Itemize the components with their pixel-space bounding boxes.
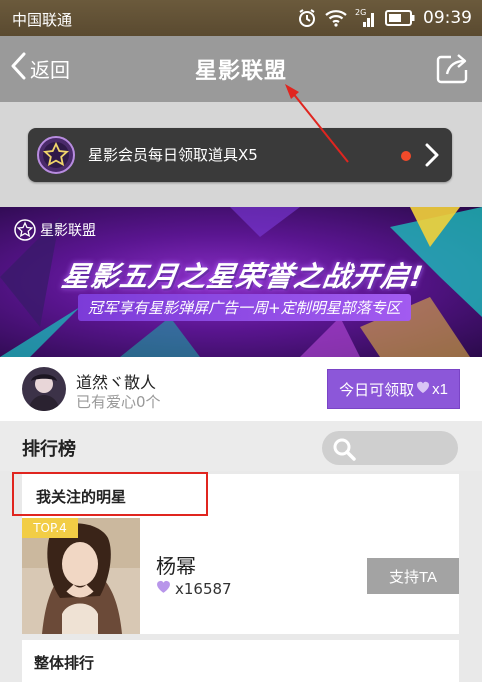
claim-label: 今日可领取 bbox=[339, 381, 415, 399]
clock: 09:39 bbox=[423, 8, 472, 28]
share-button[interactable] bbox=[436, 52, 470, 88]
star-badge-icon bbox=[36, 135, 76, 179]
overall-ranking-label: 整体排行 bbox=[34, 654, 95, 672]
share-icon bbox=[436, 54, 470, 88]
carrier-label: 中国联通 bbox=[12, 11, 73, 29]
status-bar: 中国联通 2G 09:39 bbox=[0, 0, 482, 36]
user-name: 道然ヾ散人 bbox=[76, 373, 157, 392]
event-banner[interactable]: 星影联盟 星影五月之星荣誉之战开启! 冠军享有星影弹屏广告一周+定制明星部落专区 bbox=[0, 207, 482, 357]
search-icon bbox=[332, 437, 356, 465]
heart-icon bbox=[156, 580, 171, 598]
banner-headline: 星影五月之星荣誉之战开启! bbox=[59, 260, 426, 293]
brand-logo-icon bbox=[14, 219, 36, 241]
rank-badge: TOP.4 bbox=[22, 518, 78, 538]
star-photo: TOP.4 bbox=[22, 518, 140, 634]
promo-text: 星影会员每日领取道具X5 bbox=[88, 146, 258, 164]
status-icons: 2G 09:39 bbox=[297, 6, 472, 30]
star-name: 杨幂 bbox=[156, 554, 196, 578]
banner-brand-label: 星影联盟 bbox=[40, 223, 96, 239]
heart-icon bbox=[416, 381, 430, 398]
user-row: 道然ヾ散人 已有爱心0个 今日可领取 x1 bbox=[0, 357, 482, 421]
list-item[interactable]: TOP.4 杨幂 x16587 支持TA bbox=[22, 518, 459, 634]
star-hearts: x16587 bbox=[156, 580, 232, 598]
notification-dot bbox=[401, 151, 411, 161]
battery-icon bbox=[385, 10, 415, 26]
claim-count: x1 bbox=[432, 380, 448, 398]
highlight-box bbox=[12, 472, 208, 516]
star-hearts-count: x16587 bbox=[175, 580, 232, 598]
support-button[interactable]: 支持TA bbox=[367, 558, 459, 594]
phone-screen: 中国联通 2G 09:39 返回 星影联盟 星影会员每日领取道具X5 星影联盟 … bbox=[0, 0, 482, 682]
alarm-icon bbox=[297, 8, 317, 28]
nav-bar: 返回 星影联盟 bbox=[0, 36, 482, 102]
ranking-header: 排行榜 bbox=[0, 421, 482, 471]
claim-daily-button[interactable]: 今日可领取 x1 bbox=[327, 369, 460, 409]
promo-banner[interactable]: 星影会员每日领取道具X5 bbox=[28, 128, 452, 182]
svg-text:2G: 2G bbox=[355, 8, 366, 17]
banner-subline: 冠军享有星影弹屏广告一周+定制明星部落专区 bbox=[78, 294, 411, 321]
banner-brand: 星影联盟 bbox=[14, 219, 96, 241]
user-hearts-count: 已有爱心0个 bbox=[76, 393, 161, 411]
chevron-right-icon bbox=[425, 143, 439, 171]
wifi-icon bbox=[325, 9, 347, 27]
ranking-title: 排行榜 bbox=[22, 439, 76, 460]
search-button[interactable] bbox=[322, 431, 458, 465]
avatar[interactable] bbox=[22, 367, 66, 411]
promo-area: 星影会员每日领取道具X5 bbox=[0, 102, 482, 207]
page-title: 星影联盟 bbox=[194, 59, 287, 84]
signal-icon: 2G bbox=[355, 8, 377, 28]
overall-ranking-header[interactable]: 整体排行 bbox=[22, 640, 459, 682]
